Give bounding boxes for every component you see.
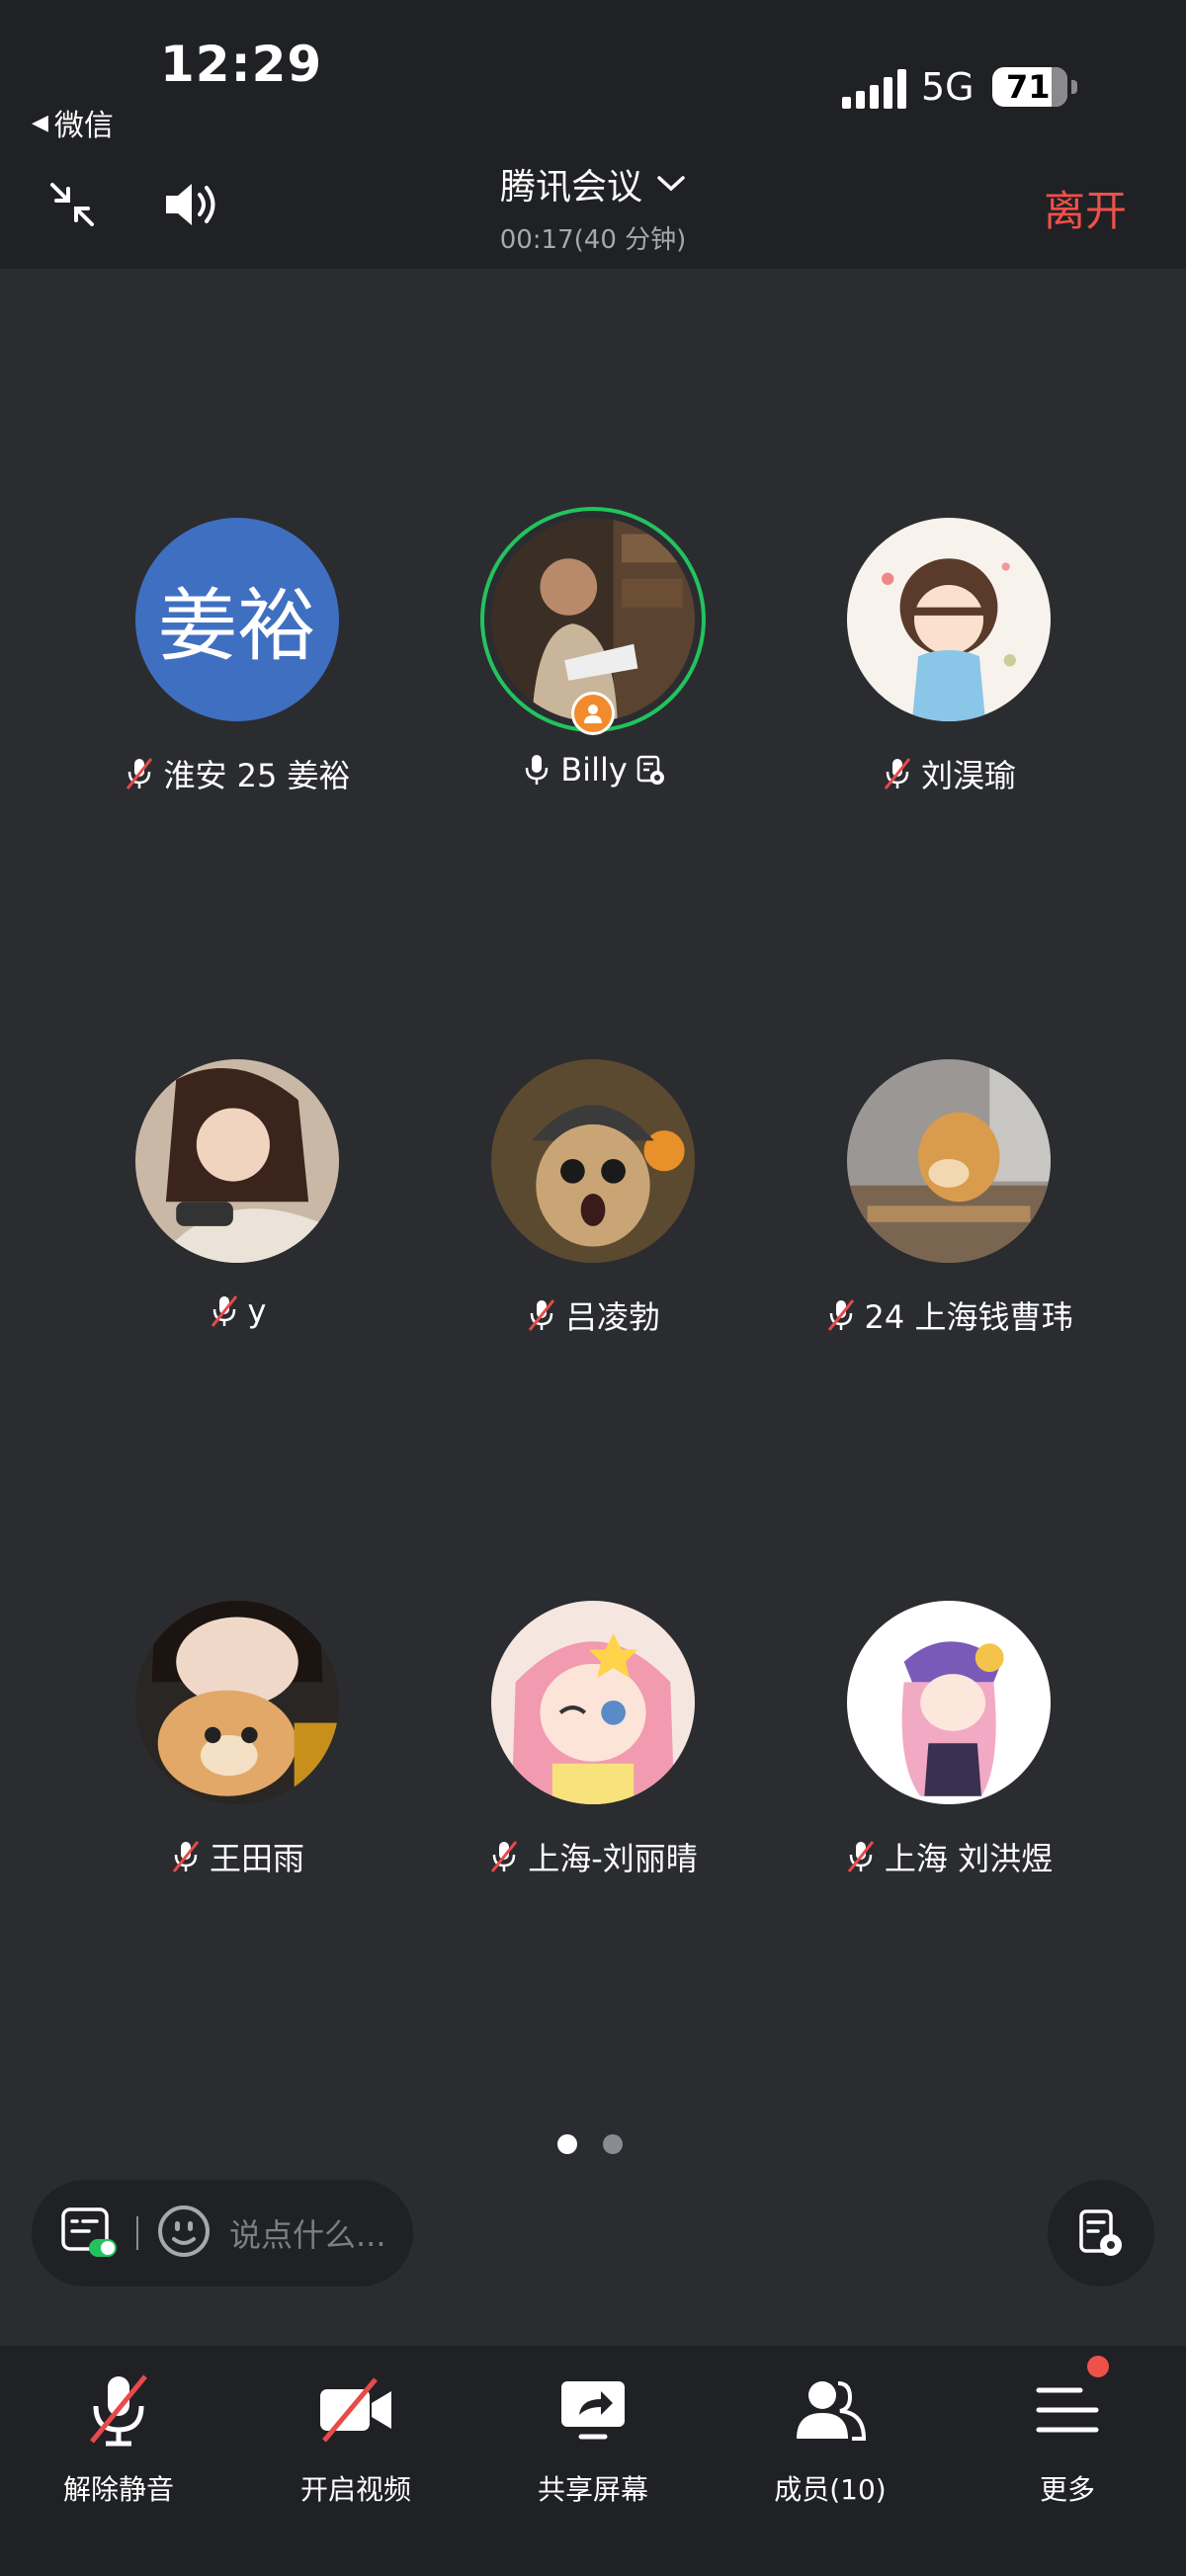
meeting-duration: 00:17(40 分钟) — [499, 225, 687, 255]
page-dot[interactable] — [603, 2134, 623, 2154]
participant-name: 上海-刘丽晴 — [528, 1840, 698, 1877]
meeting-title-text: 腾讯会议 — [499, 167, 642, 208]
start-video-label: 开启视频 — [299, 2473, 411, 2506]
participant-name: 王田雨 — [209, 1840, 304, 1877]
members-label: 成员(10) — [774, 2473, 887, 2506]
mic-muted-icon — [827, 1299, 854, 1331]
participant-name: Billy — [560, 751, 628, 789]
avatar-initials: 姜裕 — [158, 580, 316, 672]
share-screen-icon — [561, 2381, 625, 2440]
mic-muted-icon — [90, 2374, 147, 2447]
start-video-button[interactable]: 开启视频 — [237, 2369, 474, 2508]
avatar: 姜裕 — [135, 518, 339, 721]
back-triangle-icon: ◀ — [32, 110, 48, 135]
participant-name: 吕凌勃 — [564, 1298, 660, 1336]
mic-muted-icon — [211, 1295, 237, 1327]
notification-dot — [1087, 2356, 1109, 2377]
menu-icon — [1036, 2387, 1099, 2433]
status-time: 12:29 — [160, 36, 323, 93]
members-button[interactable]: 成员(10) — [712, 2369, 949, 2508]
divider — [136, 2216, 138, 2250]
mic-muted-icon — [127, 758, 153, 789]
leave-button[interactable]: 离开 — [1044, 178, 1127, 238]
participant-name: 刘淏瑜 — [920, 757, 1016, 794]
notes-icon — [1079, 2209, 1122, 2256]
bottom-toolbar: 解除静音 开启视频 共享屏幕 成员(10) 更多 — [0, 2346, 1186, 2576]
more-button[interactable]: 更多 — [949, 2369, 1186, 2508]
avatar — [135, 1059, 339, 1263]
caption-toggle-icon[interactable] — [59, 2203, 119, 2263]
emoji-icon[interactable] — [156, 2203, 212, 2263]
notes-button[interactable] — [1048, 2180, 1154, 2286]
signal-icon — [842, 67, 906, 109]
chat-placeholder[interactable]: 说点什么... — [229, 2210, 386, 2256]
battery-indicator: 71 — [992, 67, 1077, 107]
participant-name: y — [247, 1292, 267, 1330]
mic-muted-icon — [528, 1299, 555, 1331]
mic-muted-icon — [884, 758, 911, 789]
mic-muted-icon — [847, 1841, 875, 1872]
video-off-icon — [320, 2377, 391, 2443]
avatar — [847, 518, 1051, 721]
avatar — [135, 1601, 339, 1804]
avatar — [847, 1601, 1051, 1804]
more-label: 更多 — [1039, 2473, 1095, 2506]
members-icon — [797, 2381, 867, 2441]
unmute-label: 解除静音 — [62, 2473, 174, 2506]
participant-name: 淮安 25 姜裕 — [163, 757, 351, 794]
chat-input-bar[interactable]: 说点什么... — [32, 2180, 413, 2286]
unmute-button[interactable]: 解除静音 — [0, 2369, 237, 2508]
share-screen-label: 共享屏幕 — [537, 2473, 648, 2506]
back-to-app-link[interactable]: ◀ 微信 — [32, 101, 114, 144]
participant-name: 24 上海钱曹玮 — [864, 1298, 1073, 1336]
avatar — [491, 1601, 695, 1804]
network-type: 5G — [921, 65, 974, 109]
top-bar: 12:29 ◀ 微信 5G 71 腾讯会议 00:17(40 分钟) 离开 — [0, 0, 1186, 269]
screen-share-badge-icon — [636, 755, 664, 785]
page-indicator[interactable] — [557, 2134, 623, 2154]
meeting-title[interactable]: 腾讯会议 — [0, 158, 1186, 209]
mic-on-icon — [525, 755, 549, 785]
mic-muted-icon — [172, 1841, 200, 1872]
back-app-label: 微信 — [53, 109, 114, 143]
share-screen-button[interactable]: 共享屏幕 — [474, 2369, 712, 2508]
avatar — [491, 1059, 695, 1263]
host-badge-icon — [571, 692, 615, 735]
mic-muted-icon — [491, 1841, 518, 1872]
chevron-down-icon — [657, 176, 685, 192]
battery-level: 71 — [1006, 68, 1051, 106]
participant-name: 上海 刘洪煜 — [884, 1840, 1054, 1877]
page-dot-active[interactable] — [557, 2134, 577, 2154]
avatar — [847, 1059, 1051, 1263]
